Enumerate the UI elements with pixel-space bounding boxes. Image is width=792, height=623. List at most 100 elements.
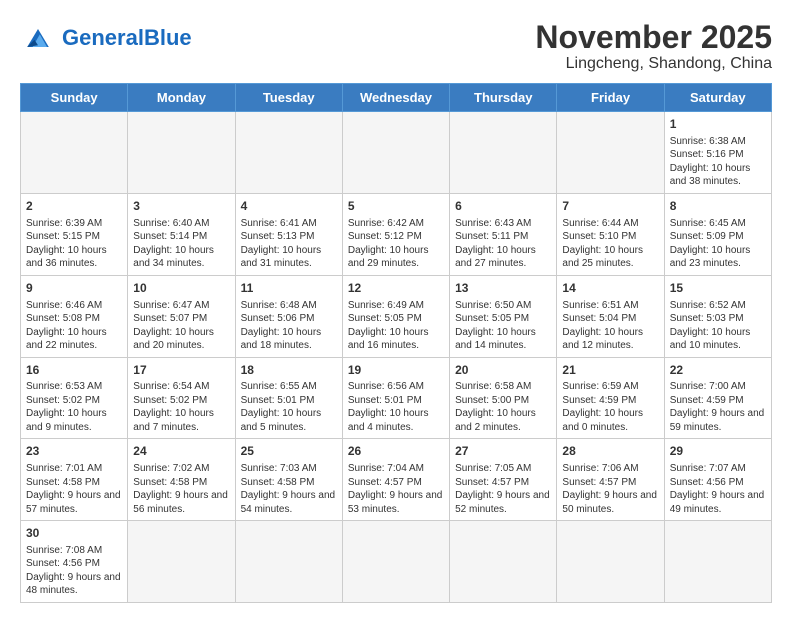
- calendar-day-cell: 3Sunrise: 6:40 AM Sunset: 5:14 PM Daylig…: [128, 193, 235, 275]
- calendar-day-cell: 18Sunrise: 6:55 AM Sunset: 5:01 PM Dayli…: [235, 357, 342, 439]
- day-number: 8: [670, 198, 766, 215]
- calendar-day-cell: 19Sunrise: 6:56 AM Sunset: 5:01 PM Dayli…: [342, 357, 449, 439]
- day-number: 9: [26, 280, 122, 297]
- calendar-day-cell: 9 Sunrise: 6:46 AM Sunset: 5:08 PM Daylig…: [21, 275, 128, 357]
- header: GeneralBlue November 2025 Lingcheng, Sha…: [20, 20, 772, 73]
- day-number: 30: [26, 525, 122, 542]
- weekday-header: Wednesday: [342, 84, 449, 112]
- calendar-table: SundayMondayTuesdayWednesdayThursdayFrid…: [20, 83, 772, 603]
- calendar-day-cell: 26Sunrise: 7:04 AM Sunset: 4:57 PM Dayli…: [342, 439, 449, 521]
- logo-blue: Blue: [144, 25, 192, 50]
- day-info: Sunrise: 7:08 AM Sunset: 4:56 PM Dayligh…: [26, 544, 122, 598]
- day-info: Sunrise: 7:02 AM Sunset: 4:58 PM Dayligh…: [133, 462, 229, 516]
- day-number: 21: [562, 362, 658, 379]
- day-info: Sunrise: 6:41 AM Sunset: 5:13 PM Dayligh…: [241, 217, 337, 271]
- day-number: 13: [455, 280, 551, 297]
- logo-text: GeneralBlue: [62, 27, 192, 49]
- weekday-row: SundayMondayTuesdayWednesdayThursdayFrid…: [21, 84, 772, 112]
- day-info: Sunrise: 7:00 AM Sunset: 4:59 PM Dayligh…: [670, 380, 766, 434]
- day-number: 2: [26, 198, 122, 215]
- calendar-day-cell: [235, 112, 342, 194]
- day-info: Sunrise: 6:49 AM Sunset: 5:05 PM Dayligh…: [348, 299, 444, 353]
- calendar-day-cell: 27Sunrise: 7:05 AM Sunset: 4:57 PM Dayli…: [450, 439, 557, 521]
- day-number: 17: [133, 362, 229, 379]
- logo-icon: [20, 20, 56, 56]
- calendar-subtitle: Lingcheng, Shandong, China: [535, 55, 772, 73]
- calendar-day-cell: [557, 521, 664, 603]
- calendar-day-cell: 16Sunrise: 6:53 AM Sunset: 5:02 PM Dayli…: [21, 357, 128, 439]
- day-number: 25: [241, 443, 337, 460]
- calendar-day-cell: 2 Sunrise: 6:39 AM Sunset: 5:15 PM Daylig…: [21, 193, 128, 275]
- day-info: Sunrise: 7:07 AM Sunset: 4:56 PM Dayligh…: [670, 462, 766, 516]
- logo: GeneralBlue: [20, 20, 192, 56]
- calendar-week-row: 1 Sunrise: 6:38 AM Sunset: 5:16 PM Daylig…: [21, 112, 772, 194]
- day-info: Sunrise: 6:39 AM Sunset: 5:15 PM Dayligh…: [26, 217, 122, 271]
- calendar-week-row: 2 Sunrise: 6:39 AM Sunset: 5:15 PM Daylig…: [21, 193, 772, 275]
- calendar-day-cell: [342, 521, 449, 603]
- calendar-week-row: 16Sunrise: 6:53 AM Sunset: 5:02 PM Dayli…: [21, 357, 772, 439]
- calendar-day-cell: 23 Sunrise: 7:01 AM Sunset: 4:58 PM Dayli…: [21, 439, 128, 521]
- day-info: Sunrise: 6:56 AM Sunset: 5:01 PM Dayligh…: [348, 380, 444, 434]
- day-number: 11: [241, 280, 337, 297]
- calendar-day-cell: 10 Sunrise: 6:47 AM Sunset: 5:07 PM Dayli…: [128, 275, 235, 357]
- calendar-day-cell: 6Sunrise: 6:43 AM Sunset: 5:11 PM Daylig…: [450, 193, 557, 275]
- calendar-day-cell: 22Sunrise: 7:00 AM Sunset: 4:59 PM Dayli…: [664, 357, 771, 439]
- calendar-day-cell: 13Sunrise: 6:50 AM Sunset: 5:05 PM Dayli…: [450, 275, 557, 357]
- calendar-title: November 2025: [535, 20, 772, 55]
- day-info: Sunrise: 6:58 AM Sunset: 5:00 PM Dayligh…: [455, 380, 551, 434]
- day-info: Sunrise: 6:52 AM Sunset: 5:03 PM Dayligh…: [670, 299, 766, 353]
- day-number: 3: [133, 198, 229, 215]
- day-number: 5: [348, 198, 444, 215]
- day-info: Sunrise: 6:51 AM Sunset: 5:04 PM Dayligh…: [562, 299, 658, 353]
- day-number: 24: [133, 443, 229, 460]
- day-number: 10: [133, 280, 229, 297]
- calendar-day-cell: 24 Sunrise: 7:02 AM Sunset: 4:58 PM Dayli…: [128, 439, 235, 521]
- day-info: Sunrise: 7:01 AM Sunset: 4:58 PM Dayligh…: [26, 462, 122, 516]
- calendar-day-cell: 17Sunrise: 6:54 AM Sunset: 5:02 PM Dayli…: [128, 357, 235, 439]
- day-info: Sunrise: 7:03 AM Sunset: 4:58 PM Dayligh…: [241, 462, 337, 516]
- day-number: 1: [670, 116, 766, 133]
- day-number: 7: [562, 198, 658, 215]
- day-number: 29: [670, 443, 766, 460]
- day-number: 16: [26, 362, 122, 379]
- day-number: 12: [348, 280, 444, 297]
- calendar-header: SundayMondayTuesdayWednesdayThursdayFrid…: [21, 84, 772, 112]
- day-info: Sunrise: 6:38 AM Sunset: 5:16 PM Dayligh…: [670, 135, 766, 189]
- day-info: Sunrise: 6:55 AM Sunset: 5:01 PM Dayligh…: [241, 380, 337, 434]
- day-number: 20: [455, 362, 551, 379]
- day-info: Sunrise: 6:46 AM Sunset: 5:08 PM Dayligh…: [26, 299, 122, 353]
- calendar-day-cell: 20Sunrise: 6:58 AM Sunset: 5:00 PM Dayli…: [450, 357, 557, 439]
- calendar-week-row: 30 Sunrise: 7:08 AM Sunset: 4:56 PM Dayli…: [21, 521, 772, 603]
- day-number: 15: [670, 280, 766, 297]
- day-info: Sunrise: 7:04 AM Sunset: 4:57 PM Dayligh…: [348, 462, 444, 516]
- weekday-header: Thursday: [450, 84, 557, 112]
- calendar-day-cell: [450, 521, 557, 603]
- logo-general: General: [62, 25, 144, 50]
- day-info: Sunrise: 6:47 AM Sunset: 5:07 PM Dayligh…: [133, 299, 229, 353]
- day-info: Sunrise: 6:53 AM Sunset: 5:02 PM Dayligh…: [26, 380, 122, 434]
- title-area: November 2025 Lingcheng, Shandong, China: [535, 20, 772, 73]
- day-number: 14: [562, 280, 658, 297]
- calendar-day-cell: 12 Sunrise: 6:49 AM Sunset: 5:05 PM Dayli…: [342, 275, 449, 357]
- day-info: Sunrise: 6:54 AM Sunset: 5:02 PM Dayligh…: [133, 380, 229, 434]
- calendar-week-row: 9 Sunrise: 6:46 AM Sunset: 5:08 PM Daylig…: [21, 275, 772, 357]
- day-info: Sunrise: 6:43 AM Sunset: 5:11 PM Dayligh…: [455, 217, 551, 271]
- calendar-day-cell: [450, 112, 557, 194]
- calendar-day-cell: 25 Sunrise: 7:03 AM Sunset: 4:58 PM Dayli…: [235, 439, 342, 521]
- calendar-day-cell: 8 Sunrise: 6:45 AM Sunset: 5:09 PM Daylig…: [664, 193, 771, 275]
- weekday-header: Monday: [128, 84, 235, 112]
- day-number: 23: [26, 443, 122, 460]
- day-info: Sunrise: 6:45 AM Sunset: 5:09 PM Dayligh…: [670, 217, 766, 271]
- calendar-day-cell: [557, 112, 664, 194]
- day-number: 28: [562, 443, 658, 460]
- calendar-day-cell: 30 Sunrise: 7:08 AM Sunset: 4:56 PM Dayli…: [21, 521, 128, 603]
- calendar-week-row: 23 Sunrise: 7:01 AM Sunset: 4:58 PM Dayli…: [21, 439, 772, 521]
- calendar-day-cell: [664, 521, 771, 603]
- calendar-day-cell: 4Sunrise: 6:41 AM Sunset: 5:13 PM Daylig…: [235, 193, 342, 275]
- calendar-day-cell: [342, 112, 449, 194]
- calendar-day-cell: 28Sunrise: 7:06 AM Sunset: 4:57 PM Dayli…: [557, 439, 664, 521]
- day-number: 22: [670, 362, 766, 379]
- weekday-header: Tuesday: [235, 84, 342, 112]
- day-number: 18: [241, 362, 337, 379]
- day-info: Sunrise: 6:59 AM Sunset: 4:59 PM Dayligh…: [562, 380, 658, 434]
